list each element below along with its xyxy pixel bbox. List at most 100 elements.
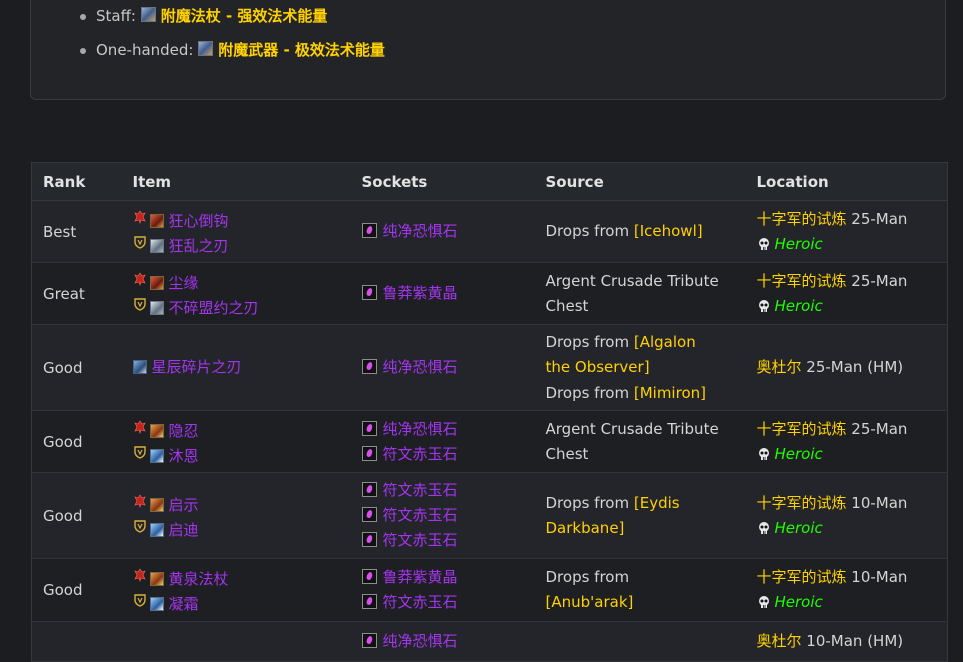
skull-icon [757, 444, 771, 460]
zone-link[interactable]: 奥杜尔 [757, 358, 802, 376]
gem-link[interactable]: 符文赤玉石 [383, 445, 458, 463]
enchant-slot-text: One-handed: [96, 41, 199, 59]
item-link[interactable]: 尘缘 [169, 274, 199, 292]
source-line: Argent Crusade Tribute Chest [546, 417, 722, 467]
gem-icon [361, 594, 377, 609]
enchant-link[interactable]: 附魔武器 - 极效法术能量 [218, 41, 385, 59]
gem-link[interactable]: 纯净恐惧石 [383, 358, 458, 376]
source-text: Argent Crusade Tribute Chest [545, 419, 719, 463]
alliance-icon [133, 232, 147, 249]
alliance-icon [133, 442, 147, 459]
heroic-label: Heroic [774, 296, 823, 315]
socket-line: 纯净恐惧石 [361, 219, 535, 244]
weapon-icon [149, 300, 164, 315]
item-cell: 黄泉法杖 凝霜 [121, 558, 351, 622]
horde-icon [133, 269, 147, 286]
horde-icon [133, 491, 147, 508]
item-line: 隐忍 [133, 417, 351, 442]
item-cell: 启示 启迪 [121, 472, 351, 559]
gem-icon [361, 420, 377, 436]
zone-link[interactable]: 十字军的试炼 [757, 494, 847, 512]
gem-link[interactable]: 符文赤玉石 [383, 593, 458, 611]
gem-link[interactable]: 纯净恐惧石 [383, 222, 458, 240]
heroic-line: Heroic [757, 590, 948, 615]
item-link[interactable]: 凝霜 [169, 595, 199, 613]
item-line: 不碎盟约之刃 [133, 294, 351, 319]
alliance-icon [133, 294, 147, 311]
location-line: 十字军的试炼 25-Man [757, 207, 948, 232]
item-link[interactable]: 星辰碎片之刃 [152, 358, 242, 376]
heroic-label: Heroic [774, 593, 823, 611]
zone-link[interactable]: 十字军的试炼 [757, 568, 847, 586]
gem-link[interactable]: 鲁莽紫黄晶 [383, 284, 458, 302]
item-link[interactable]: 狂心倒钩 [169, 212, 229, 230]
raid-size: 25-Man [846, 271, 908, 290]
col-sockets-header: Sockets [350, 162, 535, 201]
weapon-table: Rank Item Sockets Source Location Best 狂心… [31, 162, 948, 662]
zone-link[interactable]: 奥杜尔 [757, 632, 802, 650]
item-link[interactable]: 狂乱之刃 [169, 237, 229, 255]
source-line: Drops from [Anub'arak] [546, 565, 722, 615]
zone-link[interactable]: 十字军的试炼 [757, 210, 847, 228]
boss-link[interactable]: [Icehowl] [634, 222, 703, 240]
horde-icon [133, 207, 147, 224]
heroic-label: Heroic [774, 518, 823, 537]
sockets-cell: 鲁莽紫黄晶符文赤玉石 [350, 558, 535, 622]
table-row: Good 隐忍 沐恩 纯净恐惧石 符文赤玉石 Argent Crusade Tribute… [31, 410, 948, 473]
source-text: Drops from [545, 493, 634, 512]
source-cell: Drops from [Algalon the Observer] Drops f… [534, 324, 746, 411]
boss-link[interactable]: [Mimiron] [634, 384, 706, 402]
zone-link[interactable]: 十字军的试炼 [757, 420, 847, 438]
enchant-link[interactable]: 附魔法杖 - 强效法术能量 [161, 7, 328, 25]
item-line: 凝霜 [133, 590, 351, 615]
item-link[interactable]: 不碎盟约之刃 [169, 299, 259, 317]
sockets-cell: 纯净恐惧石 [350, 621, 535, 662]
weapon-icon [149, 423, 164, 438]
rank-cell: Best [31, 200, 122, 263]
item-link[interactable]: 沐恩 [169, 447, 199, 465]
gem-icon [361, 507, 377, 522]
rank-cell [31, 621, 122, 662]
weapon-icon [149, 597, 164, 611]
gem-icon [361, 223, 377, 238]
raid-size: 25-Man [846, 419, 908, 438]
raid-size: 10-Man (HM) [801, 632, 904, 650]
item-link[interactable]: 黄泉法杖 [169, 570, 229, 588]
gem-link[interactable]: 纯净恐惧石 [383, 632, 458, 650]
item-line: 星辰碎片之刃 [132, 355, 351, 380]
horde-icon [133, 417, 147, 434]
item-line: 狂心倒钩 [133, 207, 351, 232]
gem-link[interactable]: 符文赤玉石 [383, 506, 458, 524]
source-text: Drops from [545, 222, 634, 240]
item-cell: 狂心倒钩 狂乱之刃 [121, 200, 351, 263]
item-link[interactable]: 启迪 [169, 521, 199, 539]
location-line: 奥杜尔 10-Man (HM) [757, 629, 948, 654]
gem-link[interactable]: 鲁莽紫黄晶 [383, 568, 458, 586]
alliance-icon [133, 590, 147, 607]
col-location-header: Location [745, 162, 948, 201]
rank-cell: Great [31, 262, 122, 325]
enchant-slot-label: One-handed: 附魔武器 - 极效法术能量 [96, 39, 385, 61]
item-cell [121, 621, 351, 662]
skull-icon [757, 234, 771, 250]
weapon-icon [132, 360, 147, 374]
item-link[interactable]: 隐忍 [169, 422, 199, 440]
source-line: Drops from [Algalon the Observer] [546, 330, 722, 380]
item-link[interactable]: 启示 [169, 496, 199, 514]
raid-size: 10-Man [846, 568, 908, 586]
gem-link[interactable]: 符文赤玉石 [383, 481, 458, 499]
weapon-icon [149, 497, 164, 512]
location-line: 十字军的试炼 25-Man [757, 417, 948, 442]
enchant-scroll-icon [198, 41, 214, 56]
gem-link[interactable]: 纯净恐惧石 [383, 420, 458, 438]
boss-link[interactable]: [Anub'arak] [546, 593, 634, 611]
source-text: Drops from [545, 568, 630, 586]
heroic-label: Heroic [774, 234, 823, 253]
zone-link[interactable]: 十字军的试炼 [757, 272, 847, 290]
table-row: Good 黄泉法杖 凝霜 鲁莽紫黄晶 符文赤玉石 Drops from [Anub'ara… [31, 558, 948, 622]
location-line: 十字军的试炼 10-Man [757, 565, 948, 590]
rank-cell: Good [31, 324, 122, 411]
table-row: Best 狂心倒钩 狂乱之刃 纯净恐惧石 Drops from [Icehowl] 十字军… [31, 200, 948, 263]
gem-link[interactable]: 符文赤玉石 [383, 531, 458, 549]
gem-icon [361, 285, 377, 300]
